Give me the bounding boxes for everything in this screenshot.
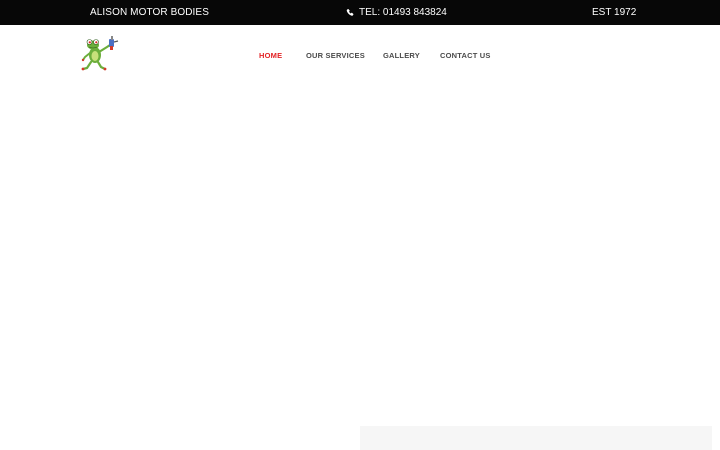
main-navigation: HOME OUR SERVICES GALLERY CONTACT US	[0, 25, 720, 85]
company-name: ALISON MOTOR BODIES	[90, 7, 209, 18]
hero-area	[0, 85, 720, 425]
phone-contact[interactable]: TEL: 01493 843824	[346, 0, 447, 25]
nav-gallery[interactable]: GALLERY	[383, 51, 420, 60]
phone-icon	[346, 9, 354, 16]
site-header: HOME OUR SERVICES GALLERY CONTACT US	[0, 25, 720, 85]
phone-number: TEL: 01493 843824	[359, 7, 447, 18]
established-year: EST 1972	[592, 7, 637, 18]
nav-home[interactable]: HOME	[259, 51, 282, 60]
nav-our-services[interactable]: OUR SERVICES	[306, 51, 365, 60]
nav-contact-us[interactable]: CONTACT US	[440, 51, 491, 60]
top-bar: ALISON MOTOR BODIES TEL: 01493 843824 ES…	[0, 0, 720, 25]
content-panel	[360, 426, 712, 450]
